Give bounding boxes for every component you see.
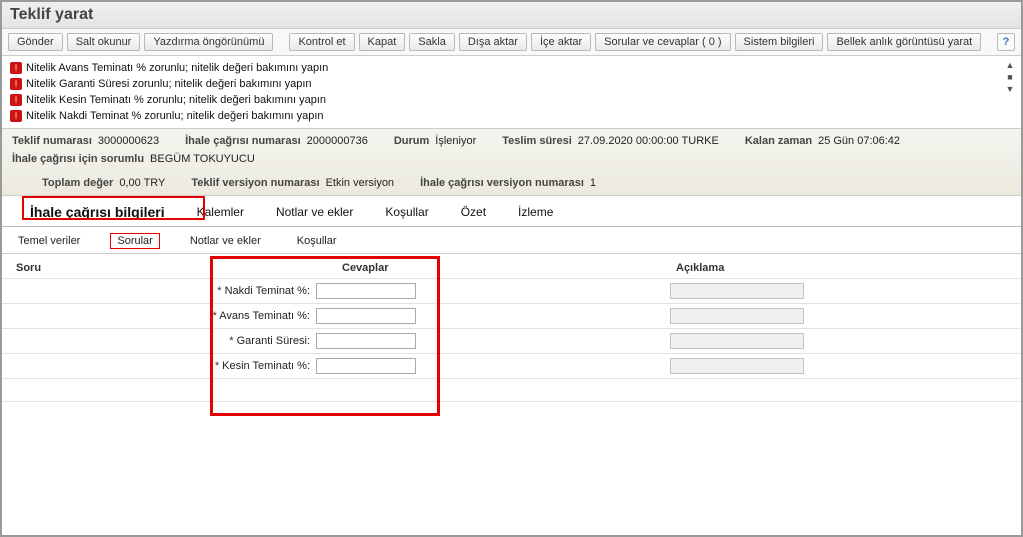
error-icon: ! [10,94,22,106]
question-rows: * Nakdi Teminat %: * Avans Teminatı %: *… [2,278,1021,402]
question-row: * Garanti Süresi: [2,328,1021,353]
chevron-up-icon[interactable]: ▲ [1005,60,1015,70]
question-row: * Nakdi Teminat %: [2,278,1021,303]
header-info: Teklif numarası 3000000623 İhale çağrısı … [2,129,1021,196]
tab-items[interactable]: Kalemler [193,203,248,221]
error-text: Nitelik Garanti Süresi zorunlu; nitelik … [26,78,312,90]
error-row: ! Nitelik Nakdi Teminat % zorunlu; niteli… [10,108,1013,124]
label: Teklif versiyon numarası [191,177,319,189]
label: Kalan zaman [745,135,812,147]
question-row: * Avans Teminatı %: [2,303,1021,328]
value: 25 Gün 07:06:42 [818,135,900,147]
main-tabs: İhale çağrısı bilgileri Kalemler Notlar … [2,196,1021,227]
close-button[interactable]: Kapat [359,33,406,51]
value: 0,00 TRY [119,177,165,189]
send-button[interactable]: Gönder [8,33,63,51]
question-label: Kesin Teminatı %: [222,360,310,372]
value: İşleniyor [435,135,476,147]
value: 3000000623 [98,135,159,147]
question-label: Garanti Süresi: [237,335,310,347]
answer-input[interactable] [316,333,416,349]
answer-input[interactable] [316,358,416,374]
subtab-questions[interactable]: Sorular [110,233,159,249]
tab-tracking[interactable]: İzleme [514,203,557,221]
question-row [2,378,1021,402]
save-button[interactable]: Sakla [409,33,455,51]
check-button[interactable]: Kontrol et [289,33,354,51]
tab-notes[interactable]: Notlar ve ekler [272,203,357,221]
readonly-button[interactable]: Salt okunur [67,33,141,51]
label: İhale çağrısı versiyon numarası [420,177,584,189]
description-input[interactable] [670,308,804,324]
description-input[interactable] [670,333,804,349]
error-icon: ! [10,78,22,90]
chevron-down-icon[interactable]: ▼ [1005,84,1015,94]
export-button[interactable]: Dışa aktar [459,33,527,51]
question-headers: Soru Cevaplar Açıklama [2,254,1021,278]
label: Teslim süresi [502,135,572,147]
error-panel: ! Nitelik Avans Teminatı % zorunlu; nitel… [2,56,1021,129]
tab-conditions[interactable]: Koşullar [381,203,432,221]
error-icon: ! [10,62,22,74]
error-text: Nitelik Nakdi Teminat % zorunlu; nitelik… [26,110,324,122]
page-title: Teklif yarat [2,2,1021,29]
tab-rfx-info[interactable]: İhale çağrısı bilgileri [26,202,169,222]
subtab-basic[interactable]: Temel veriler [12,234,86,248]
value: BEGÜM TOKUYUCU [150,153,255,165]
error-row: ! Nitelik Garanti Süresi zorunlu; nitelik… [10,76,1013,92]
error-row: ! Nitelik Kesin Teminatı % zorunlu; nitel… [10,92,1013,108]
value: Etkin versiyon [326,177,394,189]
col-question: Soru [16,262,226,274]
error-text: Nitelik Kesin Teminatı % zorunlu; niteli… [26,94,326,106]
label: İhale çağrısı için sorumlu [12,153,144,165]
print-preview-button[interactable]: Yazdırma öngörünümü [144,33,273,51]
value: 27.09.2020 00:00:00 TURKE [578,135,719,147]
sub-tabs: Temel veriler Sorular Notlar ve ekler Ko… [2,227,1021,254]
qna-button[interactable]: Sorular ve cevaplar ( 0 ) [595,33,730,51]
label: Durum [394,135,429,147]
subtab-conditions[interactable]: Koşullar [291,234,343,248]
value: 1 [590,177,596,189]
scroll-handle-icon[interactable]: ■ [1005,72,1015,82]
value: 2000000736 [307,135,368,147]
description-input[interactable] [670,283,804,299]
help-icon[interactable]: ? [997,33,1015,51]
main-toolbar: Gönder Salt okunur Yazdırma öngörünümü K… [2,29,1021,56]
import-button[interactable]: İçe aktar [531,33,591,51]
question-row: * Kesin Teminatı %: [2,353,1021,378]
tab-summary[interactable]: Özet [457,203,490,221]
label: İhale çağrısı numarası [185,135,301,147]
system-info-button[interactable]: Sistem bilgileri [735,33,824,51]
label: Teklif numarası [12,135,92,147]
answer-input[interactable] [316,283,416,299]
question-label: Nakdi Teminat %: [225,285,310,297]
col-answers: Cevaplar [226,262,666,274]
question-label: Avans Teminatı %: [219,310,310,322]
error-icon: ! [10,110,22,122]
col-description: Açıklama [666,262,1007,274]
snapshot-button[interactable]: Bellek anlık görüntüsü yarat [827,33,981,51]
error-text: Nitelik Avans Teminatı % zorunlu; niteli… [26,62,328,74]
answer-input[interactable] [316,308,416,324]
subtab-notes[interactable]: Notlar ve ekler [184,234,267,248]
label: Toplam değer [42,177,113,189]
description-input[interactable] [670,358,804,374]
error-row: ! Nitelik Avans Teminatı % zorunlu; nitel… [10,60,1013,76]
error-scroll[interactable]: ▲ ■ ▼ [1005,60,1015,94]
